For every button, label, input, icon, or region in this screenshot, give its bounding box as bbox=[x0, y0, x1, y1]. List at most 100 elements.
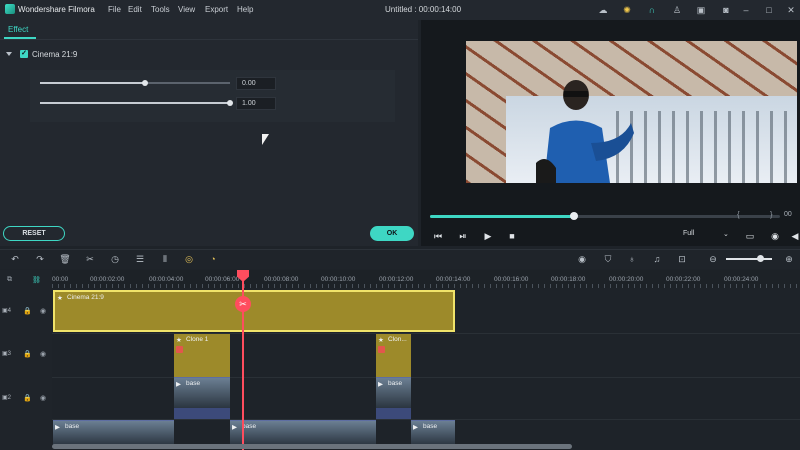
timeline-scrollbar[interactable] bbox=[52, 444, 572, 449]
play-backward-icon[interactable]: ⏯ bbox=[457, 230, 469, 242]
document-title: Untitled : 00:00:14:00 bbox=[385, 5, 462, 14]
menu-help[interactable]: Help bbox=[237, 5, 253, 14]
undo-icon[interactable]: ↶ bbox=[9, 253, 21, 265]
monitor-icon[interactable]: ▭ bbox=[744, 230, 756, 242]
redo-icon[interactable]: ↷ bbox=[34, 253, 46, 265]
track-3-label: ▣3 bbox=[2, 351, 12, 357]
clip-label: base bbox=[186, 380, 201, 387]
menu-edit[interactable]: Edit bbox=[128, 5, 142, 14]
link-icon[interactable]: ⛓ bbox=[32, 276, 41, 284]
adjust-icon[interactable]: ☰ bbox=[134, 253, 146, 265]
zoom-out-icon[interactable]: ⊖ bbox=[707, 253, 719, 265]
eye-icon[interactable]: ◉ bbox=[40, 394, 46, 402]
cinema-effect-clip[interactable]: ★ Cinema 21:9 bbox=[53, 290, 455, 332]
save-icon[interactable]: ▣ bbox=[695, 4, 707, 16]
play-icon: ▶ bbox=[413, 424, 418, 431]
minimize-icon[interactable]: – bbox=[740, 4, 752, 16]
music-icon[interactable]: ♫ bbox=[651, 253, 663, 265]
auto-icon[interactable]: ◔ bbox=[207, 253, 219, 265]
base-clip-track2-a[interactable]: ▶ base bbox=[174, 377, 230, 419]
param-slider-2-fill bbox=[40, 102, 230, 104]
bulb-icon[interactable]: ✺ bbox=[621, 4, 633, 16]
maximize-icon[interactable]: □ bbox=[763, 4, 775, 16]
param-value-1[interactable]: 0.00 bbox=[236, 77, 276, 90]
video-preview bbox=[466, 41, 797, 183]
menu-view[interactable]: View bbox=[178, 5, 195, 14]
filmora-logo-icon bbox=[5, 4, 15, 14]
eye-icon[interactable]: ◉ bbox=[40, 307, 46, 315]
color-icon[interactable]: ◎ bbox=[183, 253, 195, 265]
audio-wave-icon[interactable]: ⦀ bbox=[159, 253, 171, 265]
lock-icon[interactable]: 🔒 bbox=[23, 350, 32, 358]
effect-enabled-checkbox[interactable]: ✓ bbox=[20, 50, 28, 58]
quality-value: Full bbox=[683, 230, 695, 237]
headset-icon[interactable]: ∩ bbox=[646, 4, 658, 16]
ruler-ticks bbox=[52, 284, 800, 288]
collapse-arrow-icon[interactable] bbox=[6, 52, 12, 56]
zoom-slider-knob[interactable] bbox=[757, 255, 764, 262]
add-track-icon[interactable]: ⧉ bbox=[7, 276, 12, 284]
zoom-in-icon[interactable]: ⊕ bbox=[783, 253, 795, 265]
speed-icon[interactable]: ◷ bbox=[109, 253, 121, 265]
video-trees bbox=[616, 111, 797, 183]
video-person bbox=[536, 80, 634, 183]
marker-icon[interactable]: ⛉ bbox=[602, 253, 614, 265]
notification-icon[interactable]: ◙ bbox=[720, 4, 732, 16]
track-headers bbox=[0, 270, 52, 450]
clip-label: base bbox=[65, 423, 80, 430]
param-value-2[interactable]: 1.00 bbox=[236, 97, 276, 110]
lock-icon[interactable]: 🔒 bbox=[23, 394, 32, 402]
play-icon[interactable]: ▶ bbox=[482, 230, 494, 242]
lock-icon[interactable]: 🔒 bbox=[23, 307, 32, 315]
snapshot-icon[interactable]: ◉ bbox=[769, 230, 781, 242]
ruler-label: 00:00:04:00 bbox=[149, 276, 184, 283]
quality-select[interactable]: Full ⌄ bbox=[683, 230, 733, 242]
preview-progress-fill bbox=[430, 215, 574, 218]
mic-icon[interactable]: ♁ bbox=[626, 253, 638, 265]
split-icon[interactable]: ✂ bbox=[84, 253, 96, 265]
zoom-slider[interactable] bbox=[726, 258, 772, 260]
ok-button[interactable]: OK bbox=[370, 226, 414, 241]
clip-label: Clon... bbox=[388, 336, 407, 343]
effect-name: Cinema 21:9 bbox=[32, 50, 78, 59]
menu-export[interactable]: Export bbox=[205, 5, 228, 14]
account-icon[interactable]: ♙ bbox=[671, 4, 683, 16]
base-clip-track1-c[interactable]: ▶ base bbox=[411, 420, 455, 445]
base-clip-track1-b[interactable]: ▶ base bbox=[230, 420, 376, 445]
stop-icon[interactable]: ■ bbox=[506, 230, 518, 242]
scissors-icon[interactable]: ✂ bbox=[235, 296, 251, 312]
mark-in-out-brackets[interactable]: { } bbox=[737, 210, 787, 219]
delete-icon[interactable]: 🗑 bbox=[59, 253, 71, 265]
clone-clip-1[interactable]: ★ Clone 1 bbox=[174, 334, 230, 377]
menu-tools[interactable]: Tools bbox=[151, 5, 170, 14]
pip-icon[interactable]: ⊡ bbox=[676, 253, 688, 265]
param-slider-2-knob[interactable] bbox=[227, 100, 233, 106]
close-icon[interactable]: ✕ bbox=[785, 4, 797, 16]
ruler-label: 00:00 bbox=[52, 276, 69, 283]
ruler-label: 00:00:22:00 bbox=[666, 276, 701, 283]
reset-button[interactable]: RESET bbox=[3, 226, 65, 241]
param-slider-1-knob[interactable] bbox=[142, 80, 148, 86]
ruler-label: 00:00:20:00 bbox=[609, 276, 644, 283]
ruler-label: 00:00:06:00 bbox=[205, 276, 240, 283]
prev-frame-icon[interactable]: ⏮ bbox=[432, 230, 444, 242]
play-icon: ▶ bbox=[378, 381, 383, 388]
ruler-label: 00:00:10:00 bbox=[321, 276, 356, 283]
base-clip-track2-b[interactable]: ▶ base bbox=[376, 377, 411, 419]
preview-progress-knob[interactable] bbox=[570, 212, 578, 220]
clone-clip-2[interactable]: ★ Clon... bbox=[376, 334, 411, 377]
eye-icon[interactable]: ◉ bbox=[40, 350, 46, 358]
cloud-icon[interactable]: ☁ bbox=[597, 4, 609, 16]
ruler-label: 00:00:24:00 bbox=[724, 276, 759, 283]
track-divider bbox=[52, 333, 800, 334]
menu-file[interactable]: File bbox=[108, 5, 121, 14]
volume-icon[interactable]: ◀ bbox=[789, 230, 800, 242]
render-icon[interactable]: ◉ bbox=[576, 253, 588, 265]
clip-label: base bbox=[423, 423, 438, 430]
tab-effect[interactable]: Effect bbox=[8, 25, 28, 34]
preview-time: 00 bbox=[784, 211, 792, 218]
title-bar: Wondershare Filmora File Edit Tools View… bbox=[0, 0, 800, 20]
effect-badge-icon bbox=[378, 346, 385, 353]
base-clip-track1-a[interactable]: ▶ base bbox=[53, 420, 174, 445]
clip-thumbnail bbox=[174, 378, 230, 408]
